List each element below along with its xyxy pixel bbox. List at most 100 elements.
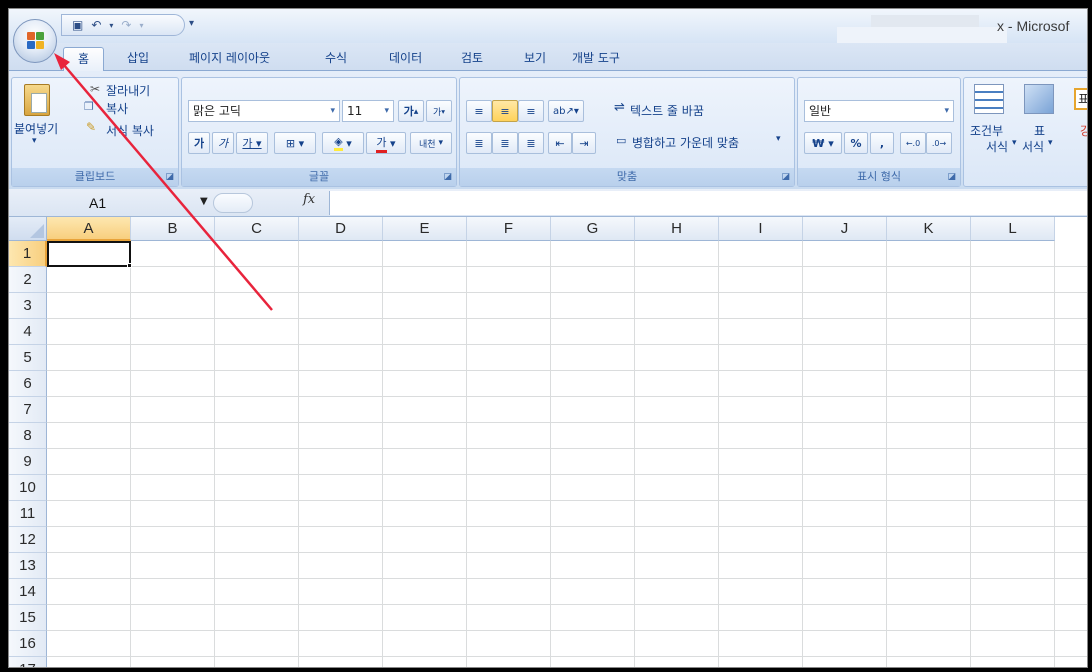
column-header-f[interactable]: F <box>467 217 551 241</box>
tab-formulas[interactable]: 수식 <box>325 47 347 71</box>
undo-icon[interactable]: ↶ <box>91 18 101 32</box>
redo-icon[interactable]: ↷ <box>121 18 131 32</box>
format-painter-button[interactable]: 서식 복사 <box>106 122 154 139</box>
column-header-h[interactable]: H <box>635 217 719 241</box>
chevron-down-icon[interactable]: ▾ <box>109 21 113 30</box>
select-all-button[interactable] <box>9 217 47 241</box>
copy-button[interactable]: 복사 <box>106 100 128 117</box>
row-header-5[interactable]: 5 <box>9 345 47 371</box>
shrink-font-button[interactable]: 가 ▾ <box>426 100 452 122</box>
paste-icon[interactable] <box>24 84 50 116</box>
fill-color-button[interactable]: ◈ ▾ <box>322 132 364 154</box>
format-table-button[interactable]: 표 <box>1034 122 1045 139</box>
column-header-g[interactable]: G <box>551 217 635 241</box>
align-middle-button[interactable]: ≡ <box>492 100 518 122</box>
name-box[interactable]: A1 <box>49 192 221 214</box>
align-top-button[interactable]: ≡ <box>466 100 492 122</box>
font-color-button[interactable]: 가 ▾ <box>366 132 406 154</box>
wrap-text-button[interactable]: 텍스트 줄 바꿈 <box>630 102 704 119</box>
align-bottom-button[interactable]: ≡ <box>518 100 544 122</box>
chevron-down-icon[interactable]: ▼ <box>200 196 208 207</box>
tab-data[interactable]: 데이터 <box>389 47 422 71</box>
tab-insert[interactable]: 삽입 <box>127 47 149 71</box>
tab-view[interactable]: 보기 <box>524 47 546 71</box>
row-header-3[interactable]: 3 <box>9 293 47 319</box>
row-header-15[interactable]: 15 <box>9 605 47 631</box>
font-name-combo[interactable]: 맑은 고딕 ▾ <box>188 100 340 122</box>
fill-handle[interactable] <box>127 263 132 268</box>
merge-center-button[interactable]: 병합하고 가운데 맞춤 <box>632 134 739 151</box>
tab-home[interactable]: 홈 <box>63 47 105 71</box>
bold-button[interactable]: 가 <box>188 132 210 154</box>
column-header-l[interactable]: L <box>971 217 1055 241</box>
dialog-launcher-icon[interactable]: ◪ <box>443 172 452 182</box>
row-header-8[interactable]: 8 <box>9 423 47 449</box>
orientation-button[interactable]: ab↗ ▾ <box>548 100 584 122</box>
office-button[interactable] <box>13 19 57 63</box>
active-cell[interactable] <box>47 241 131 267</box>
row-header-10[interactable]: 10 <box>9 475 47 501</box>
row-header-16[interactable]: 16 <box>9 631 47 657</box>
row-header-1[interactable]: 1 <box>9 241 47 267</box>
align-center-button[interactable]: ≣ <box>492 132 518 154</box>
grow-font-button[interactable]: 가 ▴ <box>398 100 424 122</box>
increase-decimal-button[interactable]: ←.0 <box>900 132 926 154</box>
insert-function-button[interactable]: fx <box>303 192 315 207</box>
underline-button[interactable]: 가 ▾ <box>236 132 268 154</box>
chevron-down-icon[interactable]: ▾ <box>944 101 949 121</box>
row-header-17[interactable]: 17 <box>9 657 47 667</box>
number-format-combo[interactable]: 일반 ▾ <box>804 100 954 122</box>
format-table-icon[interactable] <box>1024 84 1054 114</box>
tab-review[interactable]: 검토 <box>461 47 483 71</box>
chevron-down-icon[interactable]: ▾ <box>776 134 781 144</box>
chevron-down-icon[interactable]: ▾ <box>139 21 143 30</box>
column-header-b[interactable]: B <box>131 217 215 241</box>
chevron-down-icon[interactable]: ▾ <box>1048 138 1053 148</box>
conditional-format-button[interactable]: 조건부 <box>970 122 1003 139</box>
chevron-down-icon[interactable]: ▾ <box>1012 138 1017 148</box>
column-header-e[interactable]: E <box>383 217 467 241</box>
cell-styles-button[interactable]: 표 <box>1074 88 1087 110</box>
row-header-9[interactable]: 9 <box>9 449 47 475</box>
row-header-4[interactable]: 4 <box>9 319 47 345</box>
dialog-launcher-icon[interactable]: ◪ <box>781 172 790 182</box>
tab-page-layout[interactable]: 페이지 레이아웃 <box>189 47 270 71</box>
column-header-k[interactable]: K <box>887 217 971 241</box>
tab-developer[interactable]: 개발 도구 <box>572 47 620 71</box>
row-header-6[interactable]: 6 <box>9 371 47 397</box>
decrease-decimal-button[interactable]: .0→ <box>926 132 952 154</box>
chevron-down-icon[interactable]: ▾ <box>330 101 335 121</box>
formula-input[interactable] <box>329 191 1087 215</box>
currency-button[interactable]: ₩ ▾ <box>804 132 842 154</box>
save-icon[interactable]: ▣ <box>72 18 83 32</box>
customize-qat-button[interactable]: ▾ <box>189 18 194 29</box>
row-header-14[interactable]: 14 <box>9 579 47 605</box>
formula-expand-button[interactable] <box>213 193 253 213</box>
column-header-j[interactable]: J <box>803 217 887 241</box>
column-header-i[interactable]: I <box>719 217 803 241</box>
paste-button[interactable]: 붙여넣기 <box>14 120 58 137</box>
chevron-down-icon[interactable]: ▾ <box>32 136 37 146</box>
phonetic-button[interactable]: 내천 ▾ <box>410 132 452 154</box>
conditional-format-icon[interactable] <box>974 84 1004 114</box>
align-right-button[interactable]: ≣ <box>518 132 544 154</box>
row-header-13[interactable]: 13 <box>9 553 47 579</box>
borders-button[interactable]: ⊞ ▾ <box>274 132 316 154</box>
row-header-11[interactable]: 11 <box>9 501 47 527</box>
dialog-launcher-icon[interactable]: ◪ <box>947 172 956 182</box>
column-header-c[interactable]: C <box>215 217 299 241</box>
comma-button[interactable]: , <box>870 132 894 154</box>
dialog-launcher-icon[interactable]: ◪ <box>165 172 174 182</box>
cut-button[interactable]: 잘라내기 <box>106 82 150 99</box>
align-left-button[interactable]: ≣ <box>466 132 492 154</box>
increase-indent-button[interactable]: ⇥ <box>572 132 596 154</box>
italic-button[interactable]: 가 <box>212 132 234 154</box>
column-header-d[interactable]: D <box>299 217 383 241</box>
column-header-a[interactable]: A <box>47 217 131 241</box>
chevron-down-icon[interactable]: ▾ <box>384 101 389 121</box>
decrease-indent-button[interactable]: ⇤ <box>548 132 572 154</box>
row-header-7[interactable]: 7 <box>9 397 47 423</box>
percent-button[interactable]: % <box>844 132 868 154</box>
row-header-2[interactable]: 2 <box>9 267 47 293</box>
font-size-combo[interactable]: 11 ▾ <box>342 100 394 122</box>
